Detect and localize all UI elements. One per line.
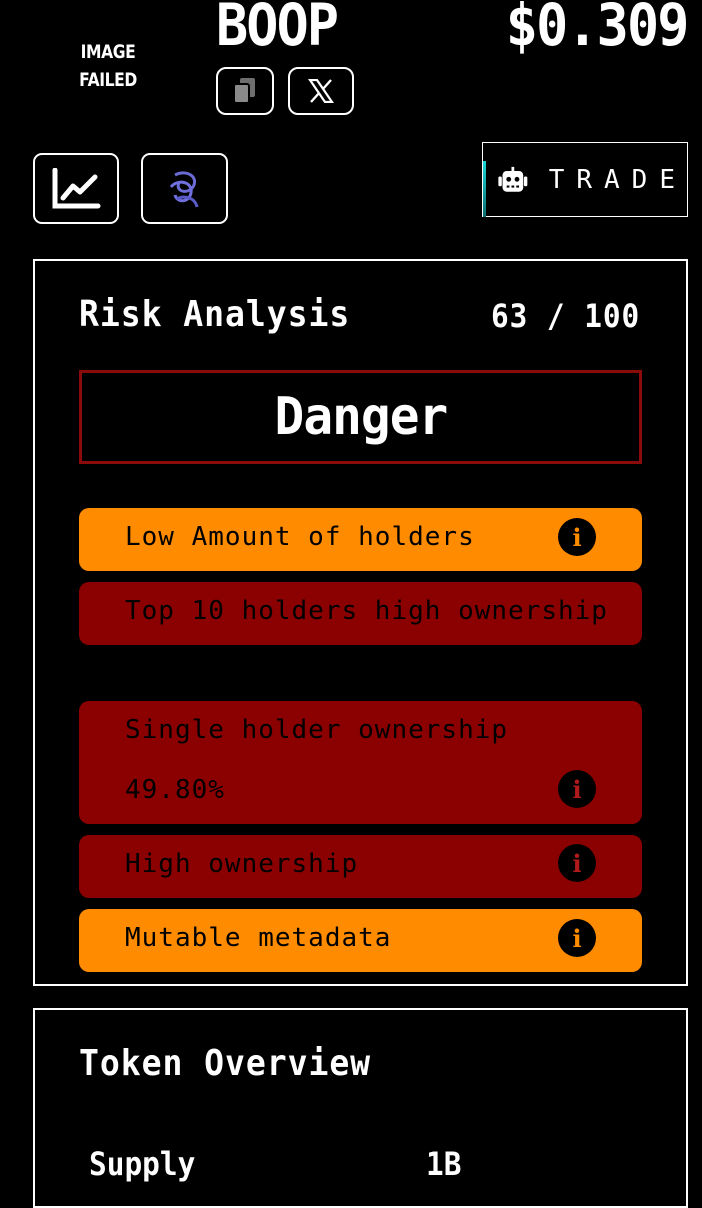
trade-accent-bar	[483, 161, 486, 217]
risk-item-label: High ownership	[125, 849, 359, 879]
risk-item-label: Mutable metadata	[125, 923, 392, 953]
risk-status-text: Danger	[274, 387, 448, 447]
overview-supply-value: 1B	[426, 1145, 462, 1183]
x-share-button[interactable]	[288, 67, 354, 115]
token-image-placeholder: IMAGE FAILED	[70, 38, 145, 94]
risk-item-top10-ownership[interactable]: Top 10 holders high ownership	[79, 582, 642, 645]
risk-item-label: Low Amount of holders	[125, 522, 475, 552]
trade-button[interactable]: TRADE	[482, 142, 688, 217]
robot-icon	[498, 166, 528, 192]
risk-score: 63 / 100	[490, 297, 640, 335]
info-icon[interactable]: i	[558, 518, 596, 556]
info-icon[interactable]: i	[558, 919, 596, 957]
x-logo-icon	[308, 79, 334, 103]
risk-item-label: Top 10 holders high ownership	[125, 596, 608, 626]
swirl-link-button[interactable]	[141, 153, 228, 224]
image-failed-line2: FAILED	[79, 69, 137, 91]
chart-line-icon	[52, 167, 101, 208]
chart-button[interactable]	[33, 153, 119, 224]
risk-analysis-title: Risk Analysis	[79, 294, 351, 335]
token-ticker: BOOP	[216, 0, 339, 59]
token-overview-title: Token Overview	[79, 1043, 372, 1084]
risk-status-badge: Danger	[79, 370, 642, 464]
image-failed-line1: IMAGE	[80, 41, 136, 63]
risk-item-single-holder[interactable]: Single holder ownership 49.80% i	[79, 701, 642, 824]
copy-address-button[interactable]	[216, 67, 274, 115]
info-icon[interactable]: i	[558, 770, 596, 808]
swirl-logo-icon	[169, 170, 198, 207]
trade-label: TRADE	[548, 164, 687, 195]
risk-item-mutable-metadata[interactable]: Mutable metadata i	[79, 909, 642, 972]
info-icon[interactable]: i	[558, 844, 596, 882]
token-price: $0.309	[506, 0, 690, 59]
overview-supply-label: Supply	[89, 1145, 196, 1183]
risk-item-label: Single holder ownership	[125, 715, 509, 745]
risk-item-value: 49.80%	[125, 775, 225, 805]
copy-icon	[233, 78, 255, 104]
risk-item-high-ownership[interactable]: High ownership i	[79, 835, 642, 898]
risk-item-low-holders[interactable]: Low Amount of holders i	[79, 508, 642, 571]
